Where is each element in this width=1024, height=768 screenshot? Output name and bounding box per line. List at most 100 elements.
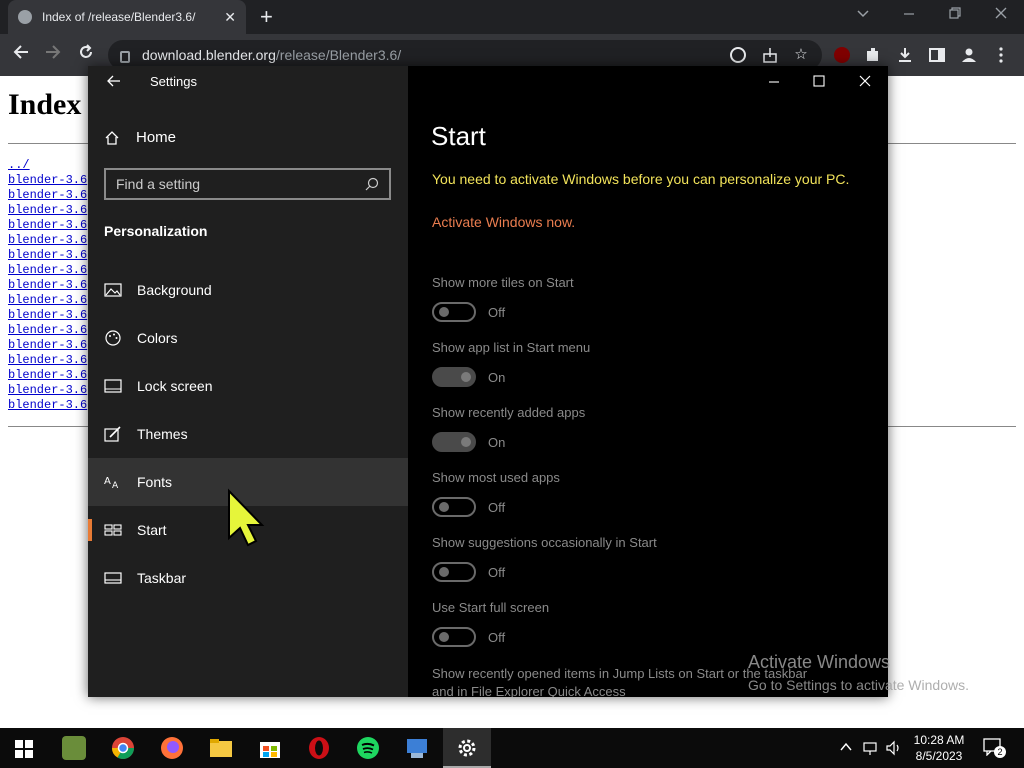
minimize-icon[interactable] [902,6,916,20]
notification-badge: 2 [994,746,1006,758]
tab-close-icon[interactable]: ✕ [224,9,236,26]
forward-arrow-icon[interactable] [44,43,62,61]
home-icon [105,130,119,145]
restore-icon[interactable] [948,6,962,20]
svg-text:A: A [112,481,119,489]
system-clock[interactable]: 10:28 AM 8/5/2023 [900,732,978,764]
file-link[interactable]: blender-3.6 [8,308,87,323]
toggle-knob [439,502,449,512]
file-link[interactable]: blender-3.6 [8,263,87,278]
sidebar-item-lock-screen[interactable]: Lock screen [88,362,408,410]
chevron-up-icon[interactable] [840,742,852,752]
settings-sidebar: Settings Home Find a setting Personaliza… [88,66,408,697]
close-icon[interactable] [859,75,871,87]
show-most-used-toggle[interactable] [432,497,476,517]
file-link[interactable]: blender-3.6 [8,218,87,233]
maximize-icon[interactable] [813,75,825,87]
sidebar-item-label: Start [137,522,167,538]
activate-windows-link[interactable]: Activate Windows now. [432,214,575,230]
show-suggestions-toggle[interactable] [432,562,476,582]
settings-search-input[interactable]: Find a setting [104,168,391,200]
back-arrow-icon[interactable] [12,43,30,61]
tab-strip: Index of /release/Blender3.6/ ✕ + [0,0,1024,34]
show-recently-added-toggle[interactable] [432,432,476,452]
svg-text:A: A [104,476,111,487]
clock-date: 8/5/2023 [915,749,963,763]
sidebar-item-label: Colors [137,330,178,346]
fonts-icon: AA [104,476,119,489]
notification-center-button[interactable]: 2 [983,738,1006,758]
close-window-icon[interactable] [994,6,1008,20]
kebab-menu-icon[interactable] [992,46,1010,64]
full-screen-start-toggle[interactable] [432,627,476,647]
ublock-icon[interactable] [833,46,851,64]
minecraft-icon[interactable] [62,736,86,760]
microsoft-store-icon[interactable] [258,736,282,760]
side-panel-icon[interactable] [928,46,946,64]
toggle-state: Off [488,500,506,515]
tab-search-chevron-icon[interactable] [856,6,870,20]
sidebar-item-themes[interactable]: Themes [88,410,408,458]
file-link[interactable]: blender-3.6 [8,278,87,293]
opera-icon[interactable] [307,736,331,760]
file-link[interactable]: blender-3.6 [8,353,87,368]
network-icon[interactable] [863,740,879,756]
search-placeholder: Find a setting [116,176,201,192]
file-link[interactable]: blender-3.6 [8,248,87,263]
brush-icon [104,426,121,442]
back-arrow-icon[interactable] [106,73,122,89]
bookmark-star-icon[interactable]: ☆ [792,46,810,64]
control-panel-icon[interactable] [405,736,429,760]
chrome-icon[interactable] [111,736,135,760]
file-explorer-icon[interactable] [209,736,233,760]
option-label: Show recently added apps [432,405,586,420]
home-nav-item[interactable]: Home [104,129,176,146]
home-label: Home [136,129,177,146]
show-app-list-toggle[interactable] [432,367,476,387]
download-icon[interactable] [896,46,914,64]
activation-watermark-title: Activate Windows [748,652,891,672]
minimize-icon[interactable] [768,76,780,88]
search-icon[interactable] [365,177,379,191]
toggle-knob [439,632,449,642]
toggle-state: Off [488,630,506,645]
windows-start-icon[interactable] [15,740,33,758]
parent-directory-link[interactable]: ../ [8,158,87,173]
lock-icon[interactable] [120,51,130,63]
sidebar-item-background[interactable]: Background [88,266,408,314]
browser-tab[interactable]: Index of /release/Blender3.6/ ✕ [8,0,246,34]
reload-icon[interactable] [77,43,95,61]
sidebar-item-taskbar[interactable]: Taskbar [88,554,408,602]
url-path: /release/Blender3.6/ [275,47,402,63]
new-tab-button[interactable]: + [260,6,273,28]
file-link[interactable]: blender-3.6 [8,173,87,188]
file-link[interactable]: blender-3.6 [8,293,87,308]
tab-title: Index of /release/Blender3.6/ [42,10,196,24]
file-link[interactable]: blender-3.6 [8,323,87,338]
firefox-icon[interactable] [160,736,184,760]
toggle-knob [461,372,471,382]
file-link[interactable]: blender-3.6 [8,338,87,353]
file-link[interactable]: blender-3.6 [8,398,87,413]
extensions-puzzle-icon[interactable] [864,46,882,64]
file-link[interactable]: blender-3.6 [8,188,87,203]
google-lens-icon[interactable] [729,46,747,64]
profile-icon[interactable] [960,46,978,64]
globe-icon [18,10,32,24]
file-link[interactable]: blender-3.6 [8,203,87,218]
option-label: Show suggestions occasionally in Start [432,535,657,550]
show-more-tiles-toggle[interactable] [432,302,476,322]
toggle-knob [439,307,449,317]
file-link[interactable]: blender-3.6 [8,233,87,248]
sidebar-item-colors[interactable]: Colors [88,314,408,362]
settings-window: Settings Home Find a setting Personaliza… [88,66,888,697]
lock-screen-icon [104,379,122,393]
settings-taskbar-button[interactable] [443,728,491,768]
file-link[interactable]: blender-3.6 [8,368,87,383]
spotify-icon[interactable] [356,736,380,760]
option-label: Show most used apps [432,470,560,485]
share-icon[interactable] [761,46,779,64]
window-title: Settings [150,74,197,89]
active-indicator [88,519,92,541]
file-link[interactable]: blender-3.6 [8,383,87,398]
